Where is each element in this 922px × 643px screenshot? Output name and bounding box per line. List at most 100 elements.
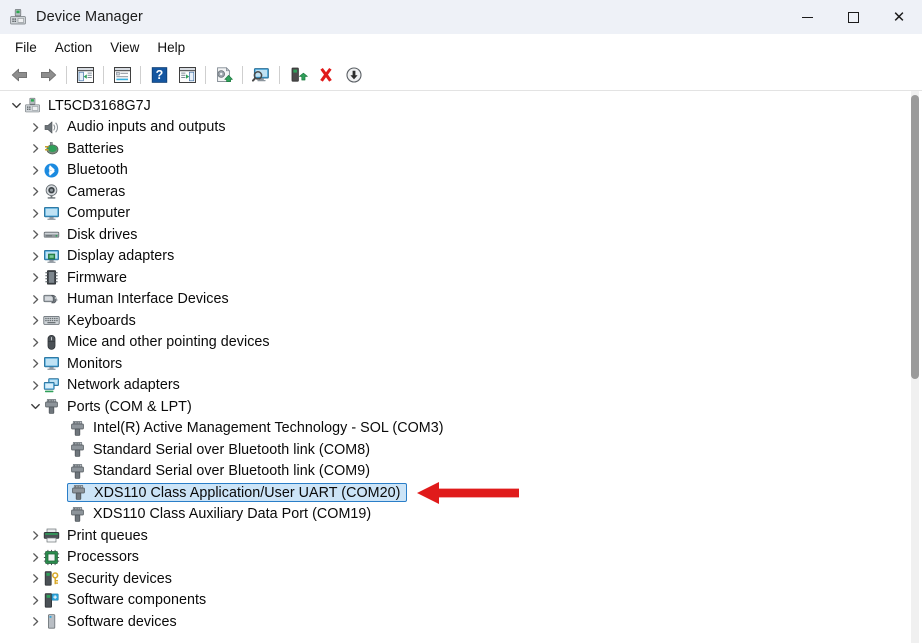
action-pane-icon xyxy=(178,67,196,83)
menu-help[interactable]: Help xyxy=(148,37,194,58)
chevron-right-icon[interactable] xyxy=(27,571,43,587)
toolbar-separator-3 xyxy=(140,66,141,84)
tree-node-display-adapters[interactable]: Display adapters xyxy=(0,246,908,268)
chevron-right-icon[interactable] xyxy=(27,356,43,372)
tree-node-mice-and-other-pointing-devices[interactable]: Mice and other pointing devices xyxy=(0,332,908,354)
tree-node-computer[interactable]: Computer xyxy=(0,203,908,225)
chevron-down-icon[interactable] xyxy=(27,399,43,415)
no-expander-placeholder xyxy=(53,420,69,436)
tree-node-monitors[interactable]: Monitors xyxy=(0,353,908,375)
tree-node-software-devices[interactable]: Software devices xyxy=(0,611,908,633)
close-icon: ✕ xyxy=(892,7,906,26)
tree-node-intel-r-active-management-technology-sol-com3[interactable]: Intel(R) Active Management Technology - … xyxy=(0,418,908,440)
maximize-button[interactable] xyxy=(830,0,876,34)
scan-for-hardware-changes-button[interactable] xyxy=(247,62,275,88)
mouse-icon xyxy=(43,334,60,351)
row-content: LT5CD3168G7J xyxy=(24,96,154,115)
tree-node-audio-inputs-and-outputs[interactable]: Audio inputs and outputs xyxy=(0,117,908,139)
chevron-right-icon[interactable] xyxy=(27,205,43,221)
tree-node-security-devices[interactable]: Security devices xyxy=(0,568,908,590)
row-content: Audio inputs and outputs xyxy=(43,118,229,137)
row-content: Software devices xyxy=(43,612,180,631)
chevron-right-icon[interactable] xyxy=(27,141,43,157)
tree-node-xds110-class-auxiliary-data-port-com19[interactable]: XDS110 Class Auxiliary Data Port (COM19) xyxy=(0,504,908,526)
show-hide-console-tree-button[interactable] xyxy=(71,62,99,88)
chevron-right-icon[interactable] xyxy=(27,592,43,608)
chevron-right-icon[interactable] xyxy=(27,227,43,243)
chevron-right-icon[interactable] xyxy=(27,614,43,630)
update-driver-button[interactable] xyxy=(210,62,238,88)
chevron-right-icon[interactable] xyxy=(27,184,43,200)
menu-file[interactable]: File xyxy=(6,37,46,58)
vertical-scrollbar[interactable] xyxy=(908,91,922,643)
tree-node-firmware[interactable]: Firmware xyxy=(0,267,908,289)
minimize-button[interactable] xyxy=(784,0,830,34)
chevron-right-icon[interactable] xyxy=(27,528,43,544)
tree-node-xds110-class-application-user-uart-com20[interactable]: XDS110 Class Application/User UART (COM2… xyxy=(0,482,908,504)
row-content: Batteries xyxy=(43,139,127,158)
forward-button[interactable] xyxy=(34,62,62,88)
forward-arrow-icon xyxy=(41,68,57,82)
row-content: Processors xyxy=(43,548,142,567)
device-tree: LT5CD3168G7J Audio inputs and outputs Batt… xyxy=(0,91,908,643)
tree-node-standard-serial-over-bluetooth-link-com9[interactable]: Standard Serial over Bluetooth link (COM… xyxy=(0,461,908,483)
printer-icon xyxy=(43,527,60,544)
chevron-right-icon[interactable] xyxy=(27,119,43,135)
tree-node-label: Keyboards xyxy=(67,312,136,329)
tree-node-processors[interactable]: Processors xyxy=(0,547,908,569)
properties-button[interactable] xyxy=(108,62,136,88)
chevron-right-icon[interactable] xyxy=(27,270,43,286)
tree-node-human-interface-devices[interactable]: Human Interface Devices xyxy=(0,289,908,311)
tree-node-standard-serial-over-bluetooth-link-com8[interactable]: Standard Serial over Bluetooth link (COM… xyxy=(0,439,908,461)
tree-node-ports-com-lpt[interactable]: Ports (COM & LPT) xyxy=(0,396,908,418)
tree-node-label: Disk drives xyxy=(67,226,138,243)
chevron-right-icon[interactable] xyxy=(27,162,43,178)
chevron-down-icon[interactable] xyxy=(8,98,24,114)
properties-icon xyxy=(113,67,131,83)
tree-node-label: Standard Serial over Bluetooth link (COM… xyxy=(93,441,371,458)
uninstall-device-button[interactable] xyxy=(312,62,340,88)
scrollbar-thumb[interactable] xyxy=(911,95,919,379)
chevron-right-icon[interactable] xyxy=(27,549,43,565)
window-title: Device Manager xyxy=(36,9,143,25)
row-content: Cameras xyxy=(43,182,128,201)
row-content: Human Interface Devices xyxy=(43,290,232,309)
tree-node-label: Network adapters xyxy=(67,377,180,394)
menu-view[interactable]: View xyxy=(101,37,148,58)
tree-node-label: Monitors xyxy=(67,355,123,372)
disable-device-down-arrow-icon xyxy=(346,67,362,83)
enable-device-icon xyxy=(291,67,308,82)
chevron-right-icon[interactable] xyxy=(27,248,43,264)
speaker-icon xyxy=(43,119,60,136)
toolbar-separator-6 xyxy=(279,66,280,84)
menu-action[interactable]: Action xyxy=(46,37,102,58)
tree-node-label: Firmware xyxy=(67,269,127,286)
chevron-right-icon[interactable] xyxy=(27,377,43,393)
tree-node-network-adapters[interactable]: Network adapters xyxy=(0,375,908,397)
tree-node-print-queues[interactable]: Print queues xyxy=(0,525,908,547)
row-content: Keyboards xyxy=(43,311,139,330)
chevron-right-icon[interactable] xyxy=(27,313,43,329)
show-hide-action-pane-button[interactable] xyxy=(173,62,201,88)
tree-node-bluetooth[interactable]: Bluetooth xyxy=(0,160,908,182)
close-button[interactable]: ✕ xyxy=(876,0,922,34)
no-expander-placeholder xyxy=(53,506,69,522)
toolbar-separator-4 xyxy=(205,66,206,84)
tree-root-lt5cd3168g7j[interactable]: LT5CD3168G7J xyxy=(0,95,908,117)
tree-node-label: XDS110 Class Application/User UART (COM2… xyxy=(94,484,401,501)
tree-node-disk-drives[interactable]: Disk drives xyxy=(0,224,908,246)
chevron-right-icon[interactable] xyxy=(27,291,43,307)
back-arrow-icon xyxy=(11,68,27,82)
help-button[interactable]: ? xyxy=(145,62,173,88)
tree-node-software-components[interactable]: Software components xyxy=(0,590,908,612)
chevron-right-icon[interactable] xyxy=(27,334,43,350)
device-manager-icon xyxy=(9,8,27,26)
tree-node-cameras[interactable]: Cameras xyxy=(0,181,908,203)
back-button[interactable] xyxy=(6,62,34,88)
disable-device-button[interactable] xyxy=(340,62,368,88)
tree-node-keyboards[interactable]: Keyboards xyxy=(0,310,908,332)
row-content: Disk drives xyxy=(43,225,140,244)
enable-device-button[interactable] xyxy=(284,62,312,88)
tree-node-batteries[interactable]: Batteries xyxy=(0,138,908,160)
device-manager-window: Device Manager ✕ File Action View Help ?… xyxy=(0,0,922,643)
